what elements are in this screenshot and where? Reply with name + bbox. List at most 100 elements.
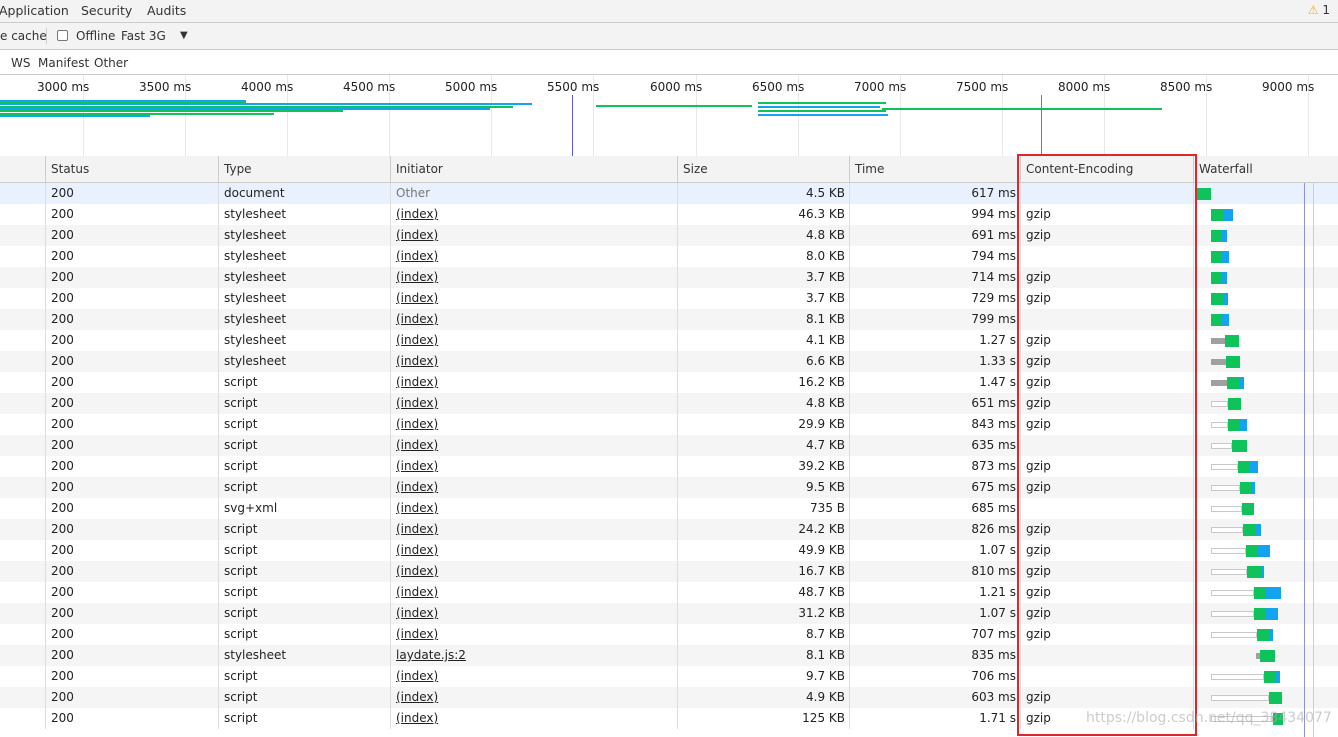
cell-initiator[interactable]: (index) xyxy=(390,666,677,687)
cell-initiator[interactable]: (index) xyxy=(390,267,677,288)
cell-type-text: script xyxy=(224,480,258,494)
cell-initiator-text: Other xyxy=(396,186,431,200)
cell-status-text: 200 xyxy=(51,522,74,536)
cell-type-text: stylesheet xyxy=(224,312,287,326)
cell-initiator[interactable]: (index) xyxy=(390,309,677,330)
cell-initiator-text: (index) xyxy=(396,312,439,326)
cell-type: stylesheet xyxy=(218,246,390,267)
cell-time: 1.47 s xyxy=(849,372,1020,393)
timeline-tick-label: 3500 ms xyxy=(139,80,192,94)
cell-waterfall[interactable] xyxy=(1193,183,1338,204)
cell-initiator-text: (index) xyxy=(396,585,439,599)
cell-status-text: 200 xyxy=(51,186,74,200)
cell-initiator[interactable]: Other xyxy=(390,183,677,204)
cell-initiator[interactable]: (index) xyxy=(390,393,677,414)
cell-initiator[interactable]: (index) xyxy=(390,603,677,624)
cell-initiator[interactable]: (index) xyxy=(390,414,677,435)
cell-type: script xyxy=(218,456,390,477)
tab-audits[interactable]: Audits xyxy=(147,3,186,18)
cell-initiator-text: (index) xyxy=(396,270,439,284)
offline-label[interactable]: Offline xyxy=(76,29,115,43)
cell-type-text: script xyxy=(224,417,258,431)
cell-type-text: script xyxy=(224,669,258,683)
dom-content-loaded-line xyxy=(1304,183,1305,737)
cell-initiator[interactable]: (index) xyxy=(390,456,677,477)
timeline-request-bar xyxy=(0,110,343,112)
waterfall-download-bar xyxy=(1223,293,1228,305)
throttle-select[interactable]: Fast 3G xyxy=(121,29,166,43)
cell-initiator[interactable]: (index) xyxy=(390,477,677,498)
network-toolbar: e cache Offline Fast 3G ▼ xyxy=(0,23,1338,50)
cell-initiator[interactable]: (index) xyxy=(390,435,677,456)
cell-time: 635 ms xyxy=(849,435,1020,456)
waterfall-queue-bar xyxy=(1211,632,1257,638)
column-header-initiator[interactable]: Initiator xyxy=(390,156,677,182)
cell-initiator[interactable]: (index) xyxy=(390,330,677,351)
chevron-down-icon[interactable]: ▼ xyxy=(180,30,188,41)
column-header-time[interactable]: Time xyxy=(849,156,1020,182)
cell-initiator[interactable]: (index) xyxy=(390,498,677,519)
cell-time-text: 873 ms xyxy=(971,459,1016,473)
filter-manifest[interactable]: Manifest xyxy=(38,56,89,70)
cell-size: 46.3 KB xyxy=(677,204,849,225)
cell-type-text: document xyxy=(224,186,285,200)
cell-initiator[interactable]: (index) xyxy=(390,372,677,393)
cell-time: 994 ms xyxy=(849,204,1020,225)
cell-status-text: 200 xyxy=(51,417,74,431)
cell-initiator[interactable]: (index) xyxy=(390,288,677,309)
cell-type: stylesheet xyxy=(218,330,390,351)
waterfall-queue-bar xyxy=(1211,380,1227,386)
filter-ws[interactable]: WS xyxy=(11,56,30,70)
cell-initiator[interactable]: laydate.js:2 xyxy=(390,645,677,666)
offline-checkbox[interactable] xyxy=(57,30,68,41)
cell-initiator[interactable]: (index) xyxy=(390,540,677,561)
timeline-tick-label: 4500 ms xyxy=(343,80,396,94)
cell-size-text: 16.2 KB xyxy=(798,375,845,389)
cell-initiator[interactable]: (index) xyxy=(390,225,677,246)
tab-application[interactable]: Application xyxy=(0,3,69,18)
waterfall-queue-bar xyxy=(1211,359,1226,365)
filter-other[interactable]: Other xyxy=(94,56,128,70)
cell-status: 200 xyxy=(45,666,218,687)
cell-initiator[interactable]: (index) xyxy=(390,582,677,603)
cell-size: 39.2 KB xyxy=(677,456,849,477)
cell-status: 200 xyxy=(45,456,218,477)
column-header-status[interactable]: Status xyxy=(45,156,218,182)
waterfall-download-bar xyxy=(1266,608,1278,620)
waterfall-queue-bar xyxy=(1211,485,1240,491)
cell-status-text: 200 xyxy=(51,459,74,473)
cell-initiator[interactable]: (index) xyxy=(390,351,677,372)
cell-type: script xyxy=(218,687,390,708)
cell-size-text: 4.7 KB xyxy=(806,438,845,452)
cell-initiator[interactable]: (index) xyxy=(390,708,677,729)
cell-type-text: script xyxy=(224,522,258,536)
cell-initiator[interactable]: (index) xyxy=(390,561,677,582)
tab-security[interactable]: Security xyxy=(81,3,132,18)
column-header-waterfall[interactable]: Waterfall xyxy=(1193,156,1338,182)
disable-cache-label[interactable]: e cache xyxy=(0,29,47,43)
waterfall-queue-bar xyxy=(1211,674,1264,680)
cell-initiator[interactable]: (index) xyxy=(390,246,677,267)
cell-size: 29.9 KB xyxy=(677,414,849,435)
column-header-type[interactable]: Type xyxy=(218,156,390,182)
cell-initiator-text: (index) xyxy=(396,543,439,557)
cell-type: stylesheet xyxy=(218,309,390,330)
cell-type: script xyxy=(218,372,390,393)
cell-initiator[interactable]: (index) xyxy=(390,519,677,540)
timeline-overview[interactable]: 3000 ms 3500 ms 4000 ms 4500 ms 5000 ms 5500 … xyxy=(0,75,1338,157)
cell-status: 200 xyxy=(45,288,218,309)
cell-initiator[interactable]: (index) xyxy=(390,687,677,708)
cell-type-text: stylesheet xyxy=(224,207,287,221)
waterfall-wait-bar xyxy=(1254,587,1266,599)
warnings-counter[interactable]: ⚠ 1 xyxy=(1308,3,1330,17)
waterfall-queue-bar xyxy=(1211,464,1238,470)
timeline-request-bar xyxy=(758,102,886,104)
cell-initiator[interactable]: (index) xyxy=(390,624,677,645)
cell-time: 675 ms xyxy=(849,477,1020,498)
cell-initiator[interactable]: (index) xyxy=(390,204,677,225)
waterfall-queue-bar xyxy=(1211,548,1246,554)
cell-status-text: 200 xyxy=(51,501,74,515)
cell-initiator-text: (index) xyxy=(396,354,439,368)
waterfall-download-bar xyxy=(1276,671,1280,683)
column-header-size[interactable]: Size xyxy=(677,156,849,182)
